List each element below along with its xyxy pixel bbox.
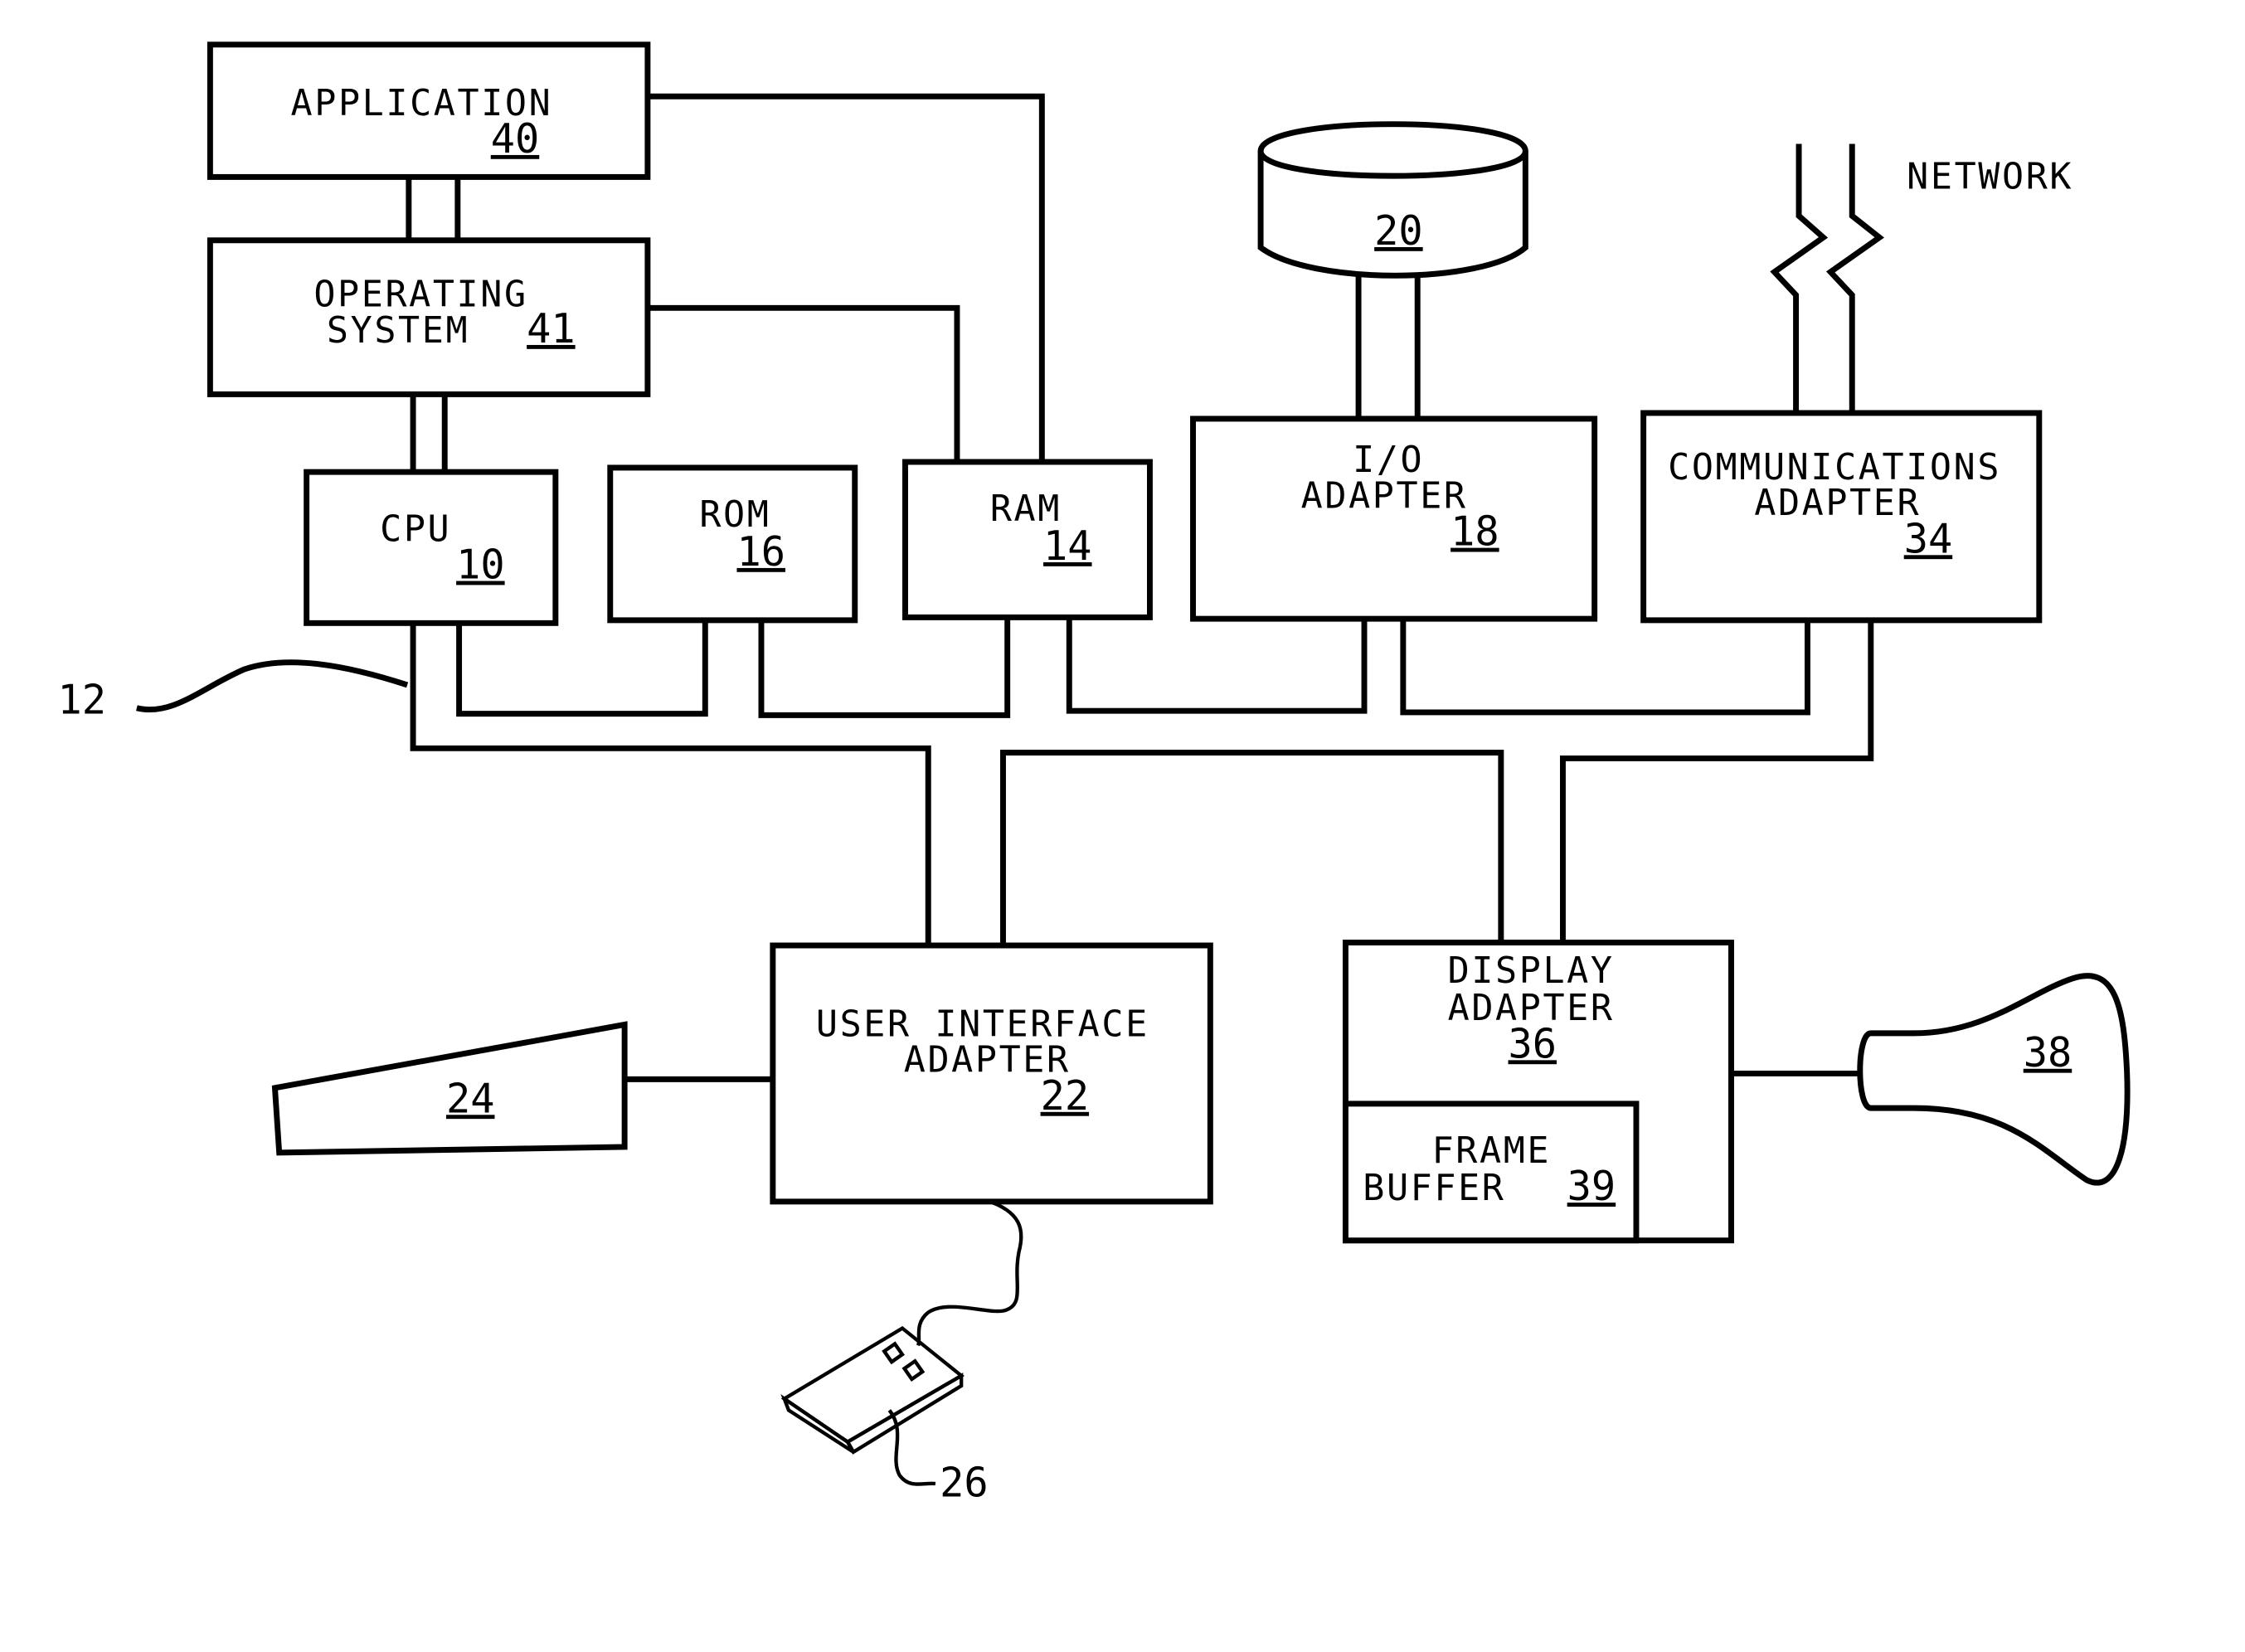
communications-adapter-block: COMMUNICATIONS ADAPTER 34 xyxy=(1640,410,2043,624)
bus-cpu-rom xyxy=(456,620,708,717)
network-label: NETWORK xyxy=(1907,156,2073,197)
rom-box xyxy=(607,464,858,624)
bus-outer-middle xyxy=(1000,750,1504,946)
mouse-leader xyxy=(887,1409,936,1486)
disk-ref: 20 xyxy=(1374,208,1423,255)
io-adapter-ref: 18 xyxy=(1451,509,1499,556)
bus-io-comm xyxy=(1400,619,1810,716)
ram-box xyxy=(902,459,1153,620)
cpu-label: CPU xyxy=(380,508,451,550)
bus-ram-io xyxy=(1066,617,1368,714)
mouse-side-right xyxy=(845,1373,964,1455)
display-adapter-block: DISPLAY ADAPTER 36 FRAME BUFFER 39 xyxy=(1342,940,1734,1244)
communications-adapter-ref: 34 xyxy=(1904,516,1953,562)
display-ref: 38 xyxy=(2024,1030,2072,1076)
network-line-a xyxy=(1770,143,1829,413)
bus-outer-left xyxy=(410,623,931,946)
network-line-b xyxy=(1825,143,1885,413)
os-ram-link xyxy=(647,304,960,462)
mouse-ref: 26 xyxy=(940,1460,989,1507)
io-adapter-label-line2: ADAPTER xyxy=(1301,476,1468,517)
display-crt-shape xyxy=(1857,973,2131,1186)
operating-system-block: OPERATING SYSTEM 41 xyxy=(207,237,651,397)
display-monitor: 38 xyxy=(1857,973,2131,1186)
mouse-cable xyxy=(916,1198,1023,1347)
bus-ref: 12 xyxy=(57,678,106,724)
application-block: APPLICATION 40 xyxy=(207,41,651,180)
mouse: 26 xyxy=(780,1325,989,1507)
display-adapter-label-line1: DISPLAY xyxy=(1448,950,1615,992)
keyboard-ref: 24 xyxy=(446,1076,495,1122)
user-interface-adapter-block: USER INTERFACE ADAPTER 22 xyxy=(770,942,1213,1205)
rom-block: ROM 16 xyxy=(607,464,858,624)
bus-leader xyxy=(136,659,409,712)
app-ram-link xyxy=(647,93,1045,462)
rom-ref: 16 xyxy=(736,529,785,576)
application-ref: 40 xyxy=(491,116,540,163)
bus-rom-ram xyxy=(758,617,1011,718)
ram-block: RAM 14 xyxy=(902,459,1153,620)
mouse-button-left xyxy=(882,1341,905,1365)
ram-ref: 14 xyxy=(1043,523,1092,570)
frame-buffer-label-line1: FRAME xyxy=(1432,1130,1552,1172)
frame-buffer-ref: 39 xyxy=(1567,1164,1616,1210)
frame-buffer-label-line2: BUFFER xyxy=(1363,1168,1505,1209)
disk-storage: 20 xyxy=(1257,121,1528,279)
communications-adapter-label-line2: ADAPTER xyxy=(1754,483,1921,524)
mouse-side-left xyxy=(780,1393,855,1454)
operating-system-label-line2: SYSTEM xyxy=(327,310,469,352)
cpu-ref: 10 xyxy=(456,542,505,589)
display-adapter-ref: 36 xyxy=(1509,1021,1557,1067)
bus-outer-right xyxy=(1559,620,1874,943)
system-block-diagram: APPLICATION 40 OPERATING SYSTEM 41 CPU 1… xyxy=(57,41,2131,1507)
operating-system-ref: 41 xyxy=(527,306,576,352)
mouse-button-right xyxy=(901,1358,926,1382)
io-adapter-block: I/O ADAPTER 18 xyxy=(1190,415,1598,622)
keyboard: 24 xyxy=(271,1021,628,1156)
user-interface-adapter-ref: 22 xyxy=(1041,1073,1090,1120)
cpu-block: CPU 10 xyxy=(304,469,559,626)
